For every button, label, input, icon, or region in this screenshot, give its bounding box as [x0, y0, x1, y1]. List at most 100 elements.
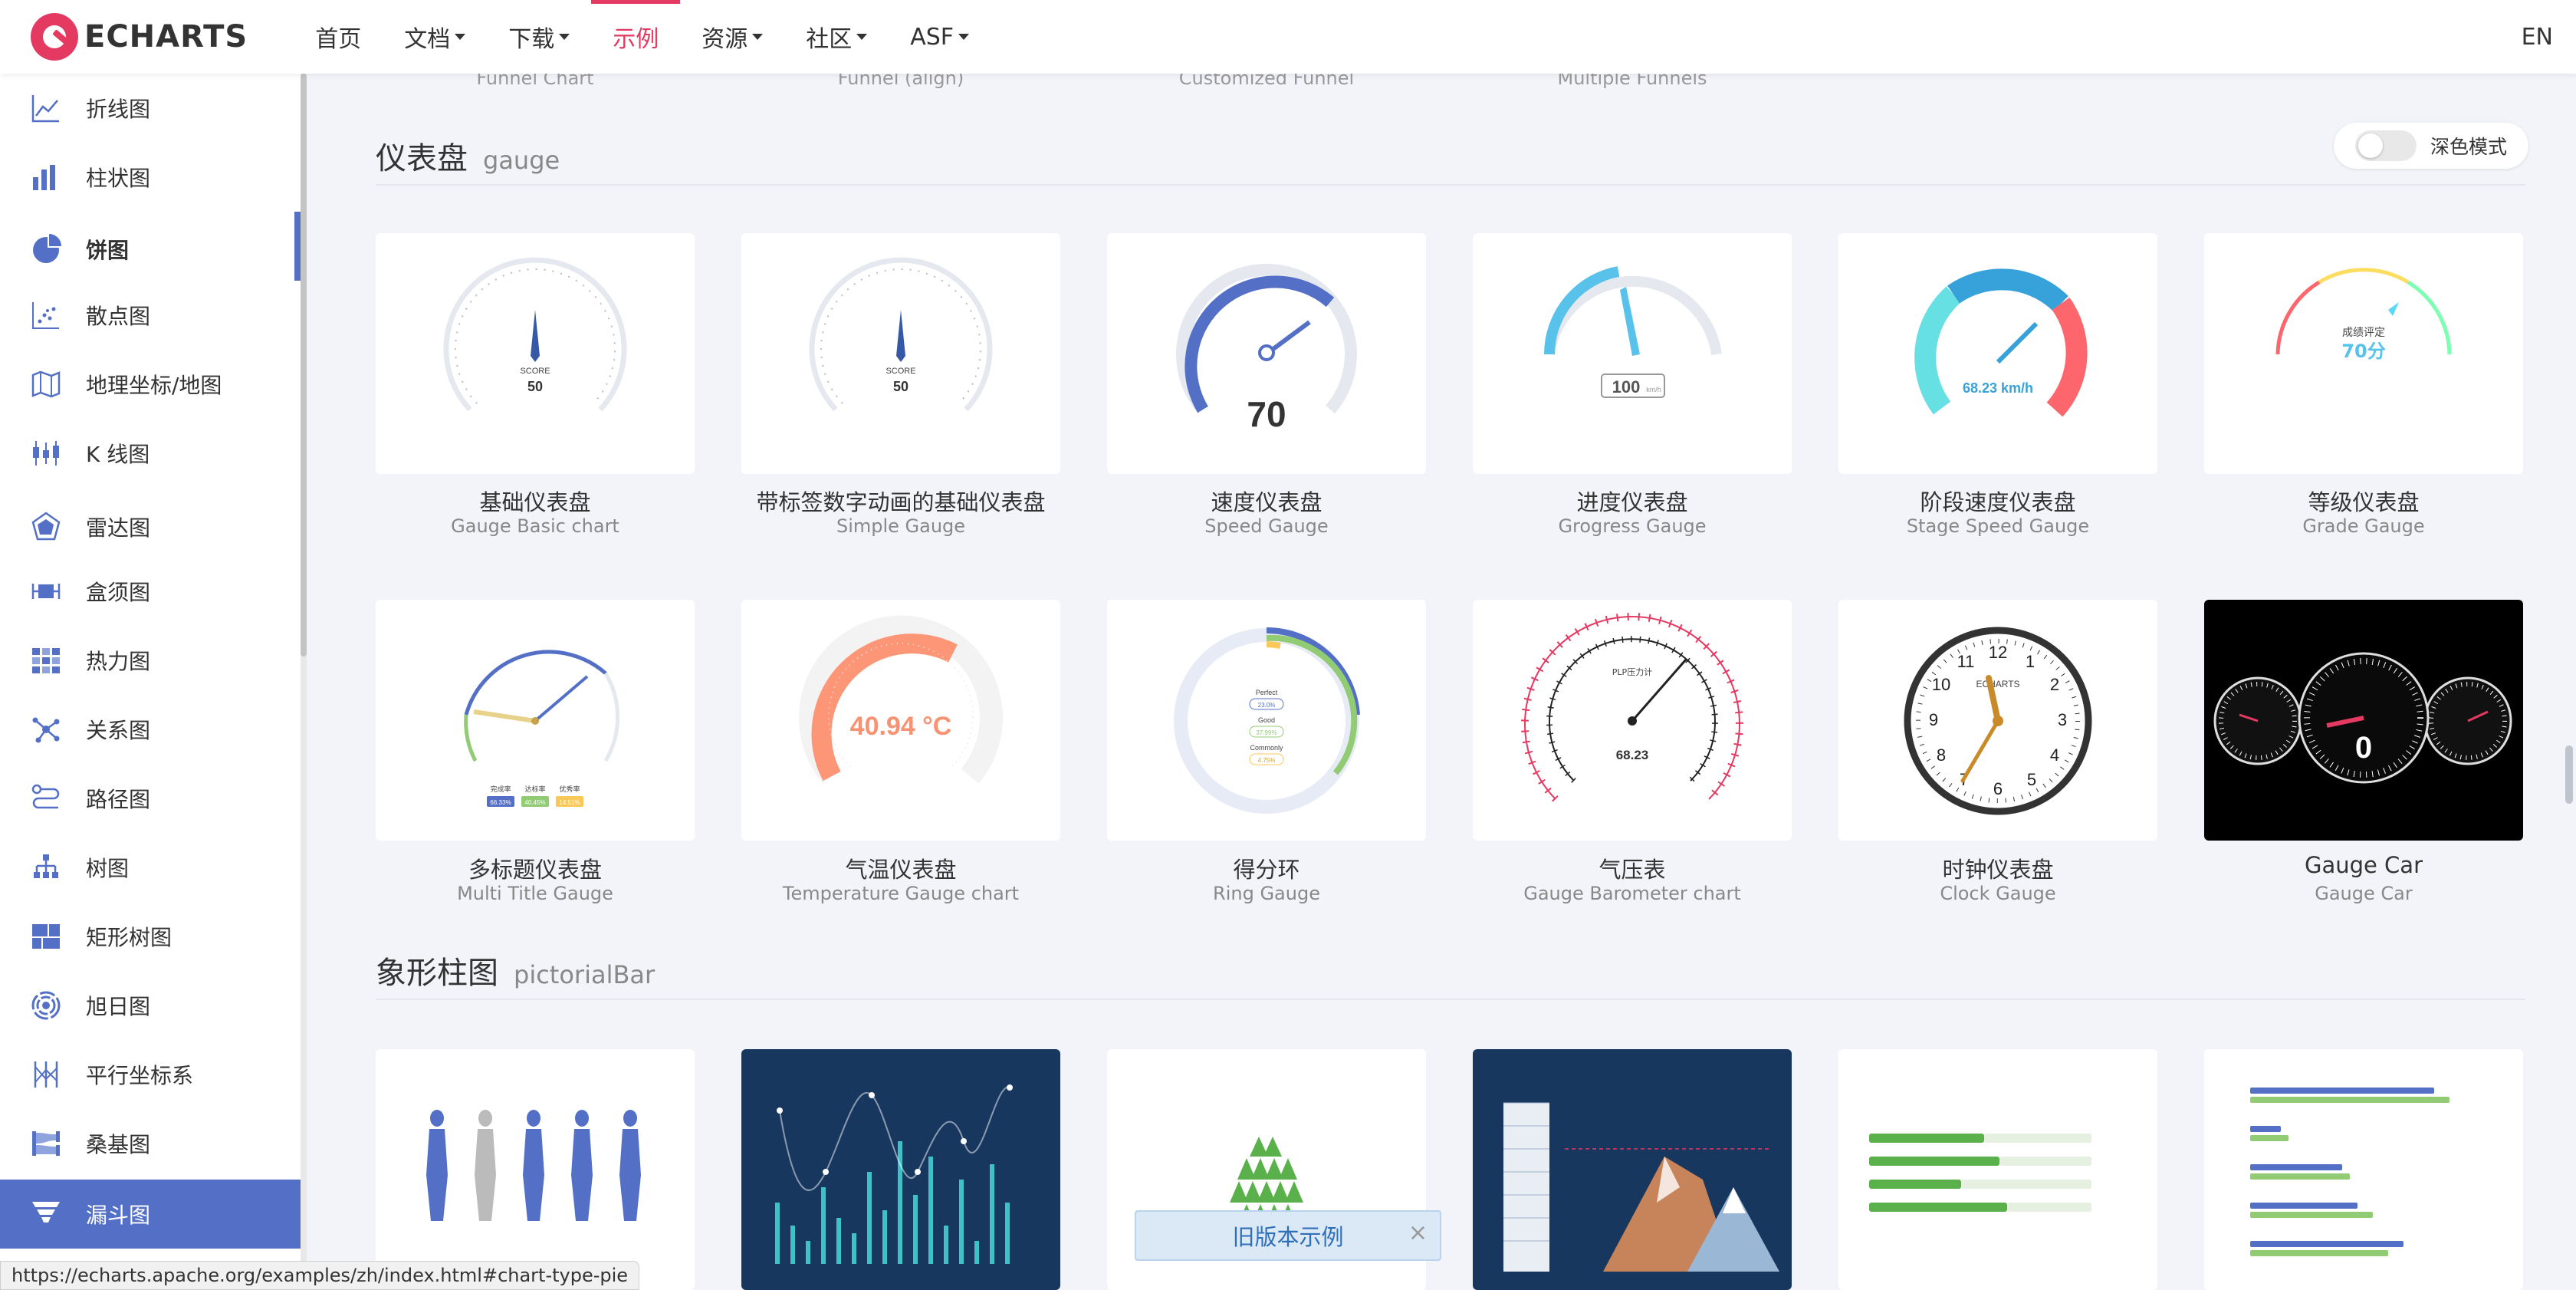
dark-mode-switch[interactable]	[2355, 130, 2417, 161]
chevron-down-icon	[958, 34, 970, 40]
card-subtitle: Gauge Barometer chart	[1523, 883, 1741, 904]
example-card-grade-gauge[interactable]: 成绩评定 70分	[2204, 233, 2523, 474]
card-title[interactable]: 气压表	[1473, 852, 1792, 884]
sidebar-item-heatmap[interactable]: 热力图	[0, 626, 301, 695]
sidebar-item-sankey[interactable]: 桑基图	[0, 1109, 301, 1178]
nav-asf[interactable]: ASF	[889, 0, 991, 74]
chevron-down-icon	[455, 34, 466, 40]
tree-icon	[29, 851, 63, 884]
svg-text:40.94 °C: 40.94 °C	[850, 712, 952, 741]
card-title[interactable]: 时钟仪表盘	[1838, 852, 2157, 884]
card-title[interactable]: 多标题仪表盘	[376, 852, 695, 884]
page-scrollbar[interactable]	[2564, 74, 2576, 1290]
svg-text:3: 3	[2058, 710, 2067, 729]
sidebar-item-line[interactable]: 折线图	[0, 74, 301, 143]
svg-text:PLP压力计: PLP压力计	[1612, 667, 1652, 677]
svg-text:10: 10	[1932, 675, 1950, 694]
nav-examples[interactable]: 示例	[591, 0, 681, 74]
pictorial-thumbnail	[1869, 1134, 2091, 1212]
gauge-thumbnail: PLP压力计 68.23	[1521, 613, 1743, 802]
example-card-pictorial-mountains[interactable]	[1473, 1049, 1792, 1290]
example-card-pictorial-vehicles[interactable]	[1838, 1049, 2157, 1290]
example-card-pictorial-city[interactable]	[2204, 1049, 2523, 1290]
sidebar-item-treemap[interactable]: 矩形树图	[0, 902, 301, 971]
svg-text:68.23: 68.23	[1616, 748, 1649, 762]
bar-chart-icon	[29, 160, 63, 194]
sidebar-item-bar[interactable]: 柱状图	[0, 143, 301, 212]
card-title[interactable]: 基础仪表盘	[376, 485, 695, 517]
card-title[interactable]: 气温仪表盘	[741, 852, 1060, 884]
example-card-temperature-gauge[interactable]: 40.94 °C	[741, 600, 1060, 841]
svg-text:km/h: km/h	[1646, 386, 1661, 393]
nav-resources[interactable]: 资源	[680, 0, 784, 74]
svg-text:4.75%: 4.75%	[1258, 757, 1276, 764]
svg-text:完成率: 完成率	[490, 785, 511, 794]
card-title[interactable]: 带标签数字动画的基础仪表盘	[741, 485, 1060, 517]
page-scrollbar-thumb[interactable]	[2565, 745, 2573, 804]
card-title[interactable]: 速度仪表盘	[1107, 485, 1426, 517]
card-title[interactable]: 得分环	[1107, 852, 1426, 884]
sidebar-item-sunburst[interactable]: 旭日图	[0, 971, 301, 1040]
sidebar-item-map[interactable]: 地理坐标/地图	[0, 350, 301, 419]
example-card-clock-gauge[interactable]: 121234567891011 ECHARTS	[1838, 600, 2157, 841]
sidebar-item-tree[interactable]: 树图	[0, 833, 301, 902]
top-navbar: ECHARTS 首页 文档 下载 示例 资源 社区 ASF EN	[0, 0, 2576, 74]
graph-icon	[29, 712, 63, 746]
section-divider	[376, 999, 2525, 1000]
svg-text:9: 9	[1929, 710, 1938, 729]
example-card-barometer-gauge[interactable]: PLP压力计 68.23	[1473, 600, 1792, 841]
nav-community[interactable]: 社区	[784, 0, 889, 74]
svg-text:11: 11	[1957, 652, 1975, 671]
svg-text:0: 0	[2355, 731, 2372, 765]
card-subtitle: Grogress Gauge	[1558, 515, 1707, 537]
language-switch[interactable]: EN	[2522, 0, 2553, 74]
example-card-pictorial-body[interactable]	[376, 1049, 695, 1290]
echarts-logo[interactable]: ECHARTS	[31, 0, 248, 74]
card-title[interactable]: Gauge Car	[2204, 852, 2523, 878]
sidebar-scrollbar-thumb[interactable]	[301, 74, 307, 657]
dark-mode-toggle[interactable]: 深色模式	[2334, 123, 2528, 169]
card-subtitle: Simple Gauge	[836, 515, 966, 537]
svg-text:100: 100	[1612, 377, 1641, 397]
boxplot-icon	[29, 574, 63, 608]
card-subtitle: Temperature Gauge chart	[782, 883, 1020, 904]
example-card-progress-gauge[interactable]: 100 km/h	[1473, 233, 1792, 474]
svg-text:6: 6	[1993, 779, 2003, 798]
example-card-multi-title-gauge[interactable]: 完成率 达标率 优秀率 66.33% 40.45% 14.51%	[376, 600, 695, 841]
card-title[interactable]: 进度仪表盘	[1473, 485, 1792, 517]
nav-home[interactable]: 首页	[294, 0, 383, 74]
gauge-thumbnail: 68.23 km/h	[1914, 268, 2088, 417]
svg-text:14.51%: 14.51%	[559, 799, 580, 806]
svg-text:37.99%: 37.99%	[1256, 729, 1276, 736]
svg-text:1: 1	[2026, 652, 2035, 671]
card-title[interactable]: 等级仪表盘	[2204, 485, 2523, 517]
sidebar-item-parallel[interactable]: 平行坐标系	[0, 1040, 301, 1109]
example-card-speed-gauge[interactable]: 70	[1107, 233, 1426, 474]
sidebar-item-graph[interactable]: 关系图	[0, 695, 301, 764]
nav-download[interactable]: 下载	[487, 0, 591, 74]
card-title[interactable]: 阶段速度仪表盘	[1838, 485, 2157, 517]
sidebar-item-radar[interactable]: 雷达图	[0, 492, 301, 561]
example-card-simple-gauge[interactable]: SCORE 50	[741, 233, 1060, 474]
sunburst-icon	[29, 989, 63, 1022]
sidebar-item-lines[interactable]: 路径图	[0, 764, 301, 833]
example-card-stage-speed-gauge[interactable]: 68.23 km/h	[1838, 233, 2157, 474]
sidebar-item-scatter[interactable]: 散点图	[0, 281, 301, 350]
sidebar-item-funnel[interactable]: 漏斗图	[0, 1180, 301, 1249]
sidebar-item-candlestick[interactable]: K 线图	[0, 419, 301, 488]
example-card-gauge-basic[interactable]: SCORE 50	[376, 233, 695, 474]
sidebar-item-pie[interactable]: 饼图	[0, 215, 301, 284]
example-card-ring-gauge[interactable]: Perfect 23.0% Good 37.99% Commonly 4.75%	[1107, 600, 1426, 841]
card-subtitle: Grade Gauge	[2302, 515, 2425, 537]
card-subtitle: Multi Title Gauge	[457, 883, 613, 904]
example-card-gauge-car[interactable]: 0	[2204, 600, 2523, 841]
svg-text:66.33%: 66.33%	[490, 799, 511, 806]
sidebar-item-boxplot[interactable]: 盒须图	[0, 557, 301, 626]
example-card-pictorial-dotted-bar[interactable]	[741, 1049, 1060, 1290]
svg-text:5: 5	[2027, 770, 2036, 789]
close-icon[interactable]: ×	[1408, 1219, 1428, 1246]
svg-text:50: 50	[527, 379, 543, 394]
svg-text:70: 70	[1247, 394, 1286, 434]
nav-docs[interactable]: 文档	[383, 0, 487, 74]
old-version-examples-banner[interactable]: 旧版本示例 ×	[1135, 1210, 1441, 1261]
